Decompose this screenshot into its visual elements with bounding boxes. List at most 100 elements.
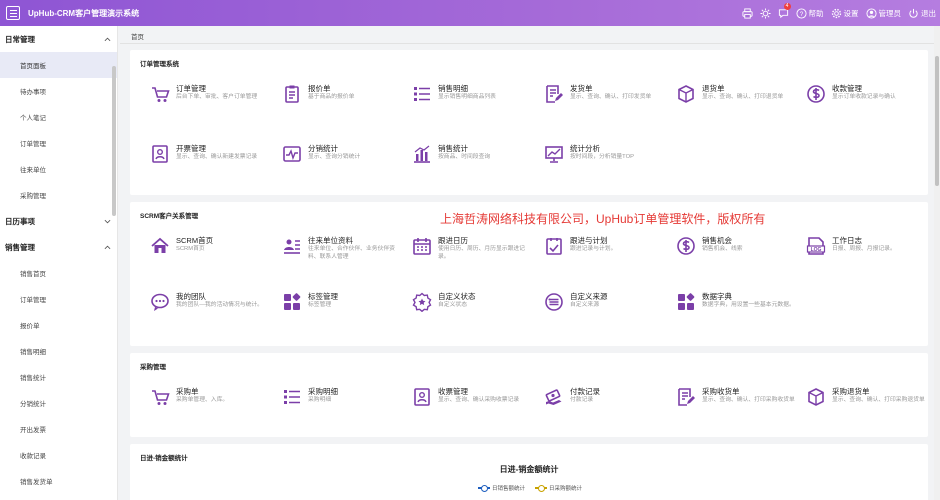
menu-toggle-icon[interactable] bbox=[6, 6, 20, 20]
sidebar-group-label: 日历事项 bbox=[5, 216, 35, 226]
module-tile-description: 显示订单收款记录与确认 bbox=[832, 94, 896, 100]
module-tile[interactable]: SCRM首页 SCRM首页 bbox=[144, 230, 274, 274]
module-tile-description: 使用日历、周历、月历显示跟进记录。 bbox=[438, 246, 525, 260]
section-title: 日进-销金额统计 bbox=[140, 455, 188, 462]
module-tile-description: 显示销售明细商品列表 bbox=[438, 94, 496, 100]
sidebar-item[interactable]: 待办事项 bbox=[0, 78, 117, 104]
settings-button[interactable]: 设置 bbox=[831, 8, 859, 19]
main-content: 首页 订单管理系统 订单管理 后台下单、审批、客户订单管理 报价单 基于商品的报价单销… bbox=[120, 26, 940, 500]
module-tile-description: 按时间段，分析销量TOP bbox=[570, 154, 634, 160]
sidebar-item[interactable]: 往来单位 bbox=[0, 156, 117, 182]
sidebar-item[interactable]: 销售统计 bbox=[0, 364, 117, 390]
module-tile[interactable]: 销售机会 销售机会、线索 bbox=[670, 230, 800, 274]
admin-label: 管理员 bbox=[878, 8, 902, 18]
module-tile-description: 往来单位、合作伙伴、业务伙伴资料、联系人管理 bbox=[308, 246, 395, 260]
section-title: SCRM客户关系管理 bbox=[140, 213, 199, 220]
module-tile[interactable]: 报价单 基于商品的报价单 bbox=[276, 78, 406, 122]
dollar-icon bbox=[676, 236, 696, 256]
notifications-button[interactable]: 4 bbox=[778, 2, 791, 19]
module-tile[interactable]: 跟进与计划 跟进记录与计划。 bbox=[538, 230, 668, 274]
sidebar-item[interactable]: 首页面板 bbox=[0, 52, 117, 78]
sidebar-item[interactable]: 开出发票 bbox=[0, 416, 117, 442]
module-tile[interactable]: 标签管理 标签管理 bbox=[276, 286, 406, 330]
module-tile-description: 自定义来源 bbox=[570, 302, 599, 308]
module-tile[interactable]: 采购收货单 显示、查询、确认、打印采购收货单 bbox=[670, 381, 800, 425]
breadcrumb[interactable]: 首页 bbox=[131, 31, 144, 41]
module-tile-description: 显示、查询、确认新建发票记录 bbox=[176, 154, 258, 160]
module-tile[interactable]: 数据字典 数据字典，用设置一些基本元数据。 bbox=[670, 286, 800, 330]
section-daily-stats: 日进-销金额统计 日进-销金额统计 日销售额统计 日采购额统计 bbox=[130, 444, 928, 500]
module-tile[interactable]: 销售统计 按商品、时间段查询 bbox=[406, 138, 536, 182]
module-tile-description: 后台下单、审批、客户订单管理 bbox=[176, 94, 258, 100]
module-tile[interactable]: 退货单 显示、查询、确认、打印退货单 bbox=[670, 78, 800, 122]
theme-button[interactable] bbox=[759, 7, 771, 19]
module-tile[interactable]: 采购明细 采购明细 bbox=[276, 381, 406, 425]
legend-item-sales[interactable]: 日销售额统计 bbox=[478, 484, 525, 492]
sidebar-item[interactable]: 收款记录 bbox=[0, 442, 117, 468]
tag-icon bbox=[282, 292, 302, 312]
admin-button[interactable]: 管理员 bbox=[865, 7, 902, 19]
cart-icon bbox=[150, 84, 170, 104]
contacts-icon bbox=[282, 236, 302, 256]
module-tile-description: 显示、查询分销统计 bbox=[308, 154, 361, 160]
module-tile[interactable]: 销售明细 显示销售明细商品列表 bbox=[406, 78, 536, 122]
module-tile[interactable]: 自定义来源 自定义来源 bbox=[538, 286, 668, 330]
list-icon bbox=[412, 84, 432, 104]
chart-title: 日进-销金额统计 bbox=[499, 465, 559, 474]
box-icon bbox=[806, 387, 826, 407]
main-scrollbar-thumb[interactable] bbox=[935, 56, 939, 186]
module-tile[interactable]: 发货单 显示、查询、确认、打印发货单 bbox=[538, 78, 668, 122]
section-order-management: 订单管理系统 订单管理 后台下单、审批、客户订单管理 报价单 基于商品的报价单 销售明细… bbox=[130, 50, 928, 195]
sidebar-scrollbar[interactable] bbox=[112, 66, 116, 216]
section-title: 采购管理 bbox=[140, 364, 166, 371]
module-tile[interactable]: 跟进日历 使用日历、周历、月历显示跟进记录。 bbox=[406, 230, 536, 274]
sidebar-group[interactable]: 销售管理 bbox=[0, 234, 117, 260]
module-tile-description: 显示、查询、确认、打印退货单 bbox=[702, 94, 784, 100]
module-tile[interactable]: 付款记录 付款记录 bbox=[538, 381, 668, 425]
module-tile[interactable]: 自定义状态 自定义状态 bbox=[406, 286, 536, 330]
sidebar-item[interactable]: 订单管理 bbox=[0, 130, 117, 156]
sidebar-item[interactable]: 个人笔记 bbox=[0, 104, 117, 130]
sidebar-item[interactable]: 报价单 bbox=[0, 312, 117, 338]
money-icon bbox=[544, 387, 564, 407]
module-tile[interactable]: 分销统计 显示、查询分销统计 bbox=[276, 138, 406, 182]
user-icon bbox=[865, 7, 877, 19]
module-tile[interactable]: 收款管理 显示订单收款记录与确认 bbox=[800, 78, 930, 122]
module-tile[interactable]: 统计分析 按时间段，分析销量TOP bbox=[538, 138, 668, 182]
help-icon: ? bbox=[795, 7, 807, 19]
module-tile[interactable]: 订单管理 后台下单、审批、客户订单管理 bbox=[144, 78, 274, 122]
bar-chart-icon bbox=[412, 144, 432, 164]
sidebar-item[interactable]: 销售明细 bbox=[0, 338, 117, 364]
invoice-icon bbox=[150, 144, 170, 164]
sidebar-group-label: 销售管理 bbox=[5, 242, 35, 252]
module-tile-description: 显示、查询、确认、打印采购收货单 bbox=[702, 397, 795, 403]
legend-item-purchase[interactable]: 日采购额统计 bbox=[535, 484, 582, 492]
module-tile[interactable]: 采购单 采购单管理、入库。 bbox=[144, 381, 274, 425]
main-scrollbar[interactable] bbox=[934, 26, 940, 500]
chevron-up-icon bbox=[104, 245, 111, 249]
sidebar-item[interactable]: 分销统计 bbox=[0, 390, 117, 416]
module-tile[interactable]: 开票管理 显示、查询、确认新建发票记录 bbox=[144, 138, 274, 182]
notification-badge: 4 bbox=[783, 2, 791, 10]
sidebar-item[interactable]: 销售发货单 bbox=[0, 468, 117, 494]
help-button[interactable]: ? 帮助 bbox=[795, 7, 824, 19]
sidebar-item[interactable]: 采购管理 bbox=[0, 182, 117, 208]
source-icon bbox=[544, 292, 564, 312]
help-label: 帮助 bbox=[808, 8, 824, 18]
module-tile[interactable]: 我的团队 我的团队—我的活动情况与统计。 bbox=[144, 286, 274, 330]
logout-button[interactable]: 退出 bbox=[908, 8, 936, 19]
svg-text:?: ? bbox=[799, 10, 803, 17]
edit-doc-icon bbox=[676, 387, 696, 407]
module-tile[interactable]: 收票管理 显示、查询、确认采购收票记录 bbox=[406, 381, 536, 425]
module-tile[interactable]: 采购退货单 显示、查询、确认、打印采购退货单 bbox=[800, 381, 930, 425]
sidebar-group[interactable]: 日常管理 bbox=[0, 26, 117, 52]
badge-icon bbox=[412, 292, 432, 313]
chat-icon bbox=[150, 292, 170, 312]
sidebar-item[interactable]: 销售首页 bbox=[0, 260, 117, 286]
print-button[interactable] bbox=[741, 7, 753, 19]
sidebar-group[interactable]: 日历事项 bbox=[0, 208, 117, 234]
pulse-icon bbox=[282, 144, 302, 164]
module-tile[interactable]: 往来单位资料 往来单位、合作伙伴、业务伙伴资料、联系人管理 bbox=[276, 230, 406, 274]
sidebar-item[interactable]: 订单管理 bbox=[0, 286, 117, 312]
module-tile[interactable]: LOG 工作日志 日报、周报、月报记录。 bbox=[800, 230, 930, 274]
